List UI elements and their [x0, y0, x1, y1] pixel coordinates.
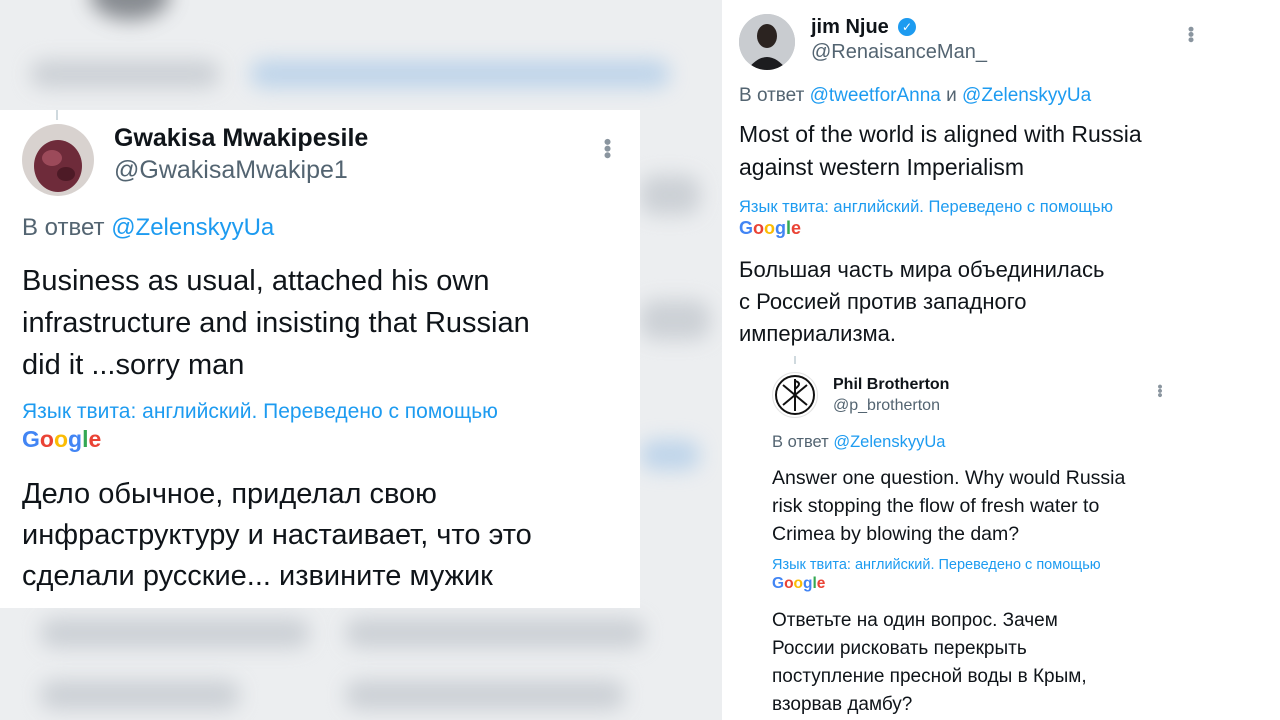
mention-link[interactable]: @tweetforAnna [810, 85, 941, 106]
more-vertical-icon[interactable]: ••• [595, 138, 620, 158]
translated-text: Большая часть мира объединилась с Россие… [739, 257, 1105, 346]
google-logo: Google [22, 426, 102, 452]
author-handle[interactable]: @p_brotherton [833, 397, 940, 415]
verified-badge-icon: ✓ [898, 18, 916, 36]
translated-text: Ответьте на один вопрос. Зачем России ри… [772, 610, 1087, 715]
tweet-text: Business as usual, attached his own infr… [22, 265, 530, 381]
mention-link[interactable]: @ZelenskyyUa [833, 433, 945, 451]
tweet-card-phil[interactable]: Phil Brotherton @p_brotherton ••• В отве… [758, 364, 1198, 720]
google-logo: Google [739, 218, 802, 238]
reply-to-line: В ответ @ZelenskyyUa [772, 433, 946, 451]
translation-note[interactable]: Язык твита: английский. Переведено с пом… [739, 198, 1113, 217]
tweet-text: Answer one question. Why would Russia ri… [772, 467, 1126, 545]
translation-note[interactable]: Язык твита: английский. Переведено с пом… [772, 557, 1101, 573]
thread-line [56, 110, 58, 120]
author-handle[interactable]: @GwakisaMwakipe1 [114, 156, 348, 185]
author-name[interactable]: Gwakisa Mwakipesile [114, 124, 368, 153]
more-vertical-icon[interactable]: ••• [1151, 384, 1168, 397]
reply-to-line: В ответ @ZelenskyyUa [22, 214, 275, 241]
more-vertical-icon[interactable]: ••• [1181, 26, 1201, 42]
avatar[interactable] [739, 14, 795, 70]
translation-note[interactable]: Язык твита: английский. Переведено с пом… [22, 400, 498, 424]
google-logo: Google [772, 575, 826, 592]
tweet-card-gwakisa[interactable]: Gwakisa Mwakipesile @GwakisaMwakipe1 •••… [0, 110, 640, 608]
mention-link[interactable]: @ZelenskyyUa [111, 214, 274, 241]
mention-link[interactable]: @ZelenskyyUa [962, 85, 1091, 106]
author-name[interactable]: Phil Brotherton [833, 376, 949, 394]
avatar[interactable] [772, 372, 818, 418]
translated-text: Дело обычное, приделал свою инфраструкту… [22, 478, 532, 592]
author-name[interactable]: jim Njue [811, 16, 889, 39]
reply-to-line: В ответ @tweetforAnna и @ZelenskyyUa [739, 85, 1092, 106]
author-handle[interactable]: @RenaisanceMan_ [811, 41, 987, 64]
avatar[interactable] [22, 124, 94, 196]
tweet-text: Most of the world is aligned with Russia… [739, 121, 1142, 180]
